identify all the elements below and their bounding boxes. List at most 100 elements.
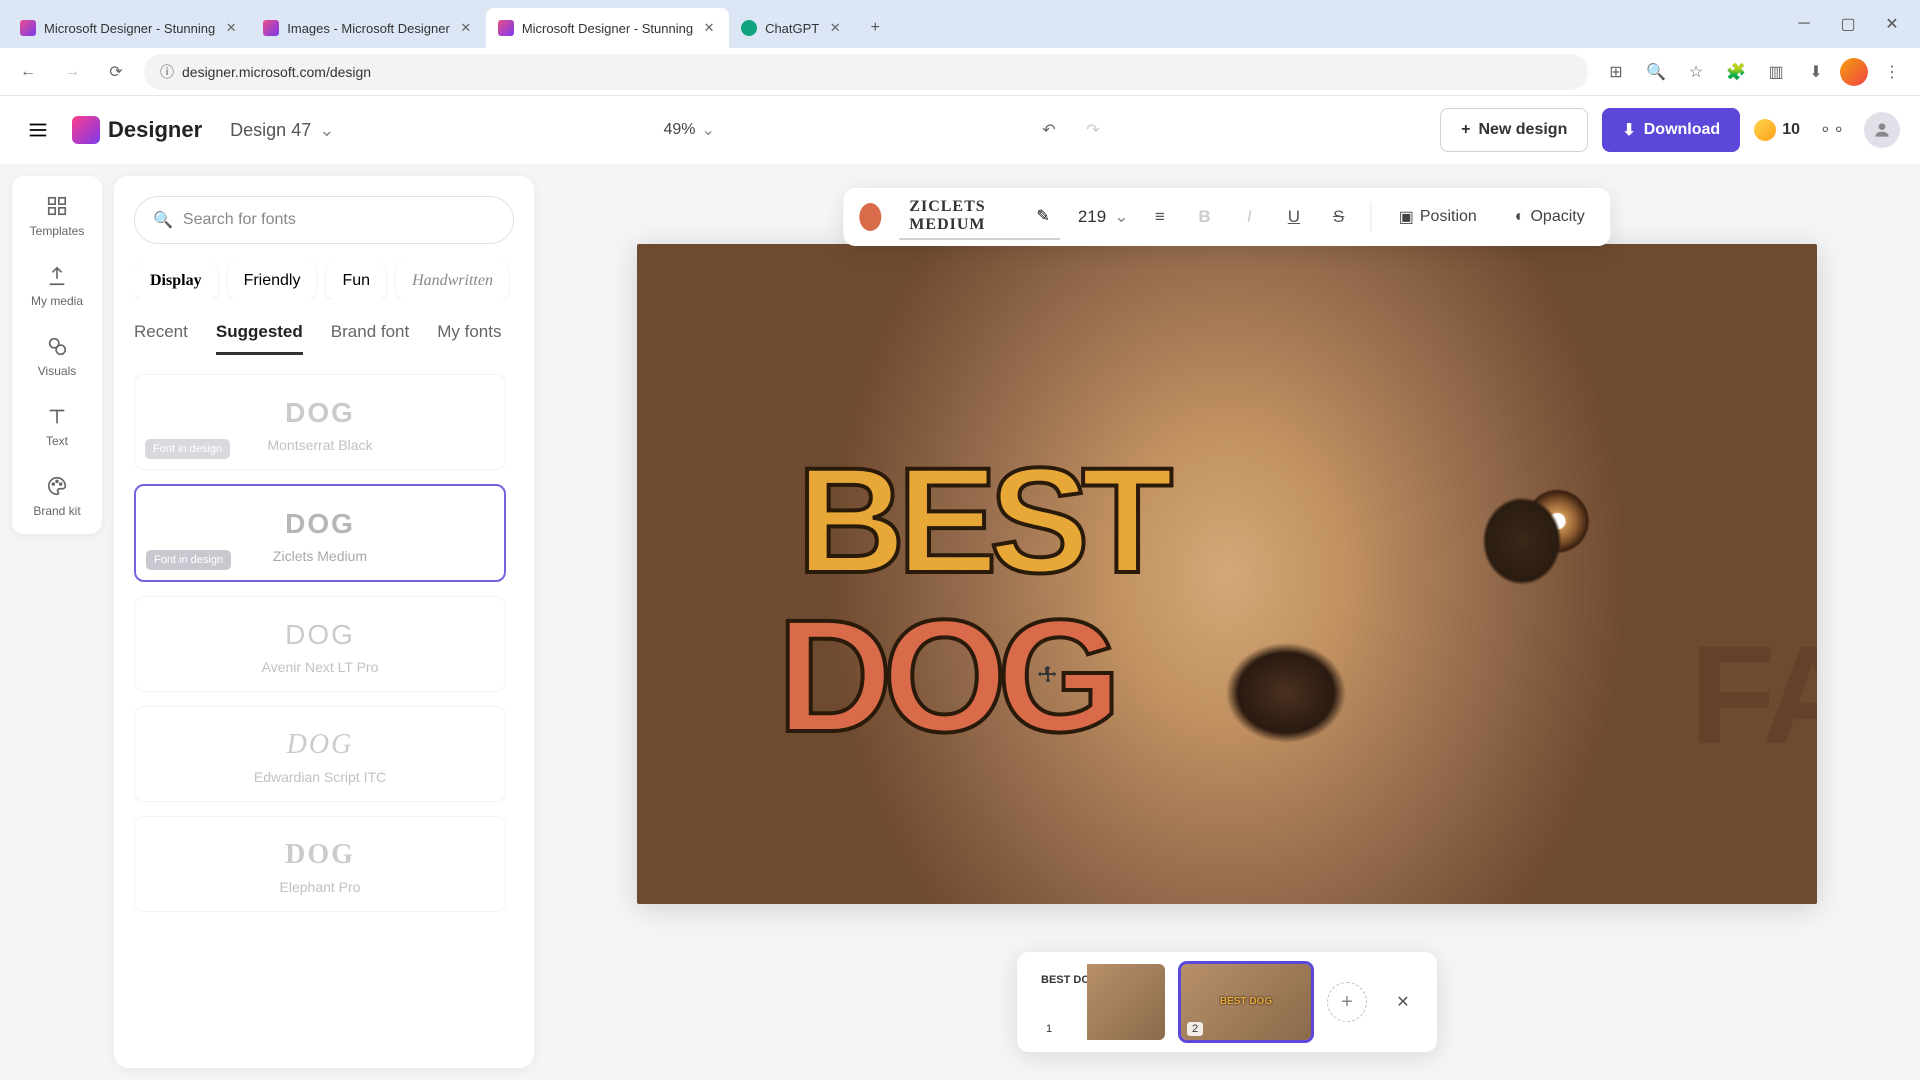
rail-templates[interactable]: Templates	[22, 192, 92, 238]
divider	[1370, 202, 1371, 232]
canvas-area: Ziclets Medium ✎ 219 ⌄ ≡ B I U S ▣ Posit…	[534, 164, 1920, 1080]
category-chip[interactable]: Display	[134, 262, 218, 300]
close-icon[interactable]: ✕	[458, 20, 474, 36]
download-icon: ⬇	[1622, 120, 1635, 140]
app-header: Designer Design 47 ⌄ 49% ⌄ ↶ ↷ + New des…	[0, 96, 1920, 164]
category-chip[interactable]: Friendly	[228, 262, 317, 300]
profile-avatar[interactable]	[1840, 58, 1868, 86]
font-sample: DOG	[151, 397, 489, 429]
font-in-design-badge: Font in design	[145, 439, 230, 459]
credits-display[interactable]: 10	[1754, 119, 1800, 141]
opacity-button[interactable]: ◐ Opacity	[1505, 202, 1595, 232]
extensions-icon[interactable]: 🧩	[1720, 56, 1752, 88]
search-placeholder: Search for fonts	[183, 211, 296, 229]
downloads-icon[interactable]: ⬇	[1800, 56, 1832, 88]
page-thumbnail[interactable]: BEST DOGS FAILS 1	[1035, 964, 1165, 1040]
tab-my-fonts[interactable]: My fonts	[437, 322, 501, 355]
font-in-design-badge: Font in design	[146, 550, 231, 570]
zoom-value: 49%	[663, 121, 695, 139]
forward-icon[interactable]: →	[56, 56, 88, 88]
header-actions: + New design ⬇ Download 10 ⚬⚬	[1440, 108, 1900, 152]
color-swatch[interactable]	[859, 203, 881, 231]
bookmark-icon[interactable]: ☆	[1680, 56, 1712, 88]
add-page-button[interactable]: +	[1327, 982, 1367, 1022]
download-button[interactable]: ⬇ Download	[1602, 108, 1740, 152]
font-name: Edwardian Script ITC	[151, 769, 489, 785]
browser-tab[interactable]: Images - Microsoft Designer ✕	[251, 8, 486, 48]
category-chip[interactable]: Fun	[326, 262, 386, 300]
font-size-control[interactable]: 219 ⌄	[1078, 207, 1129, 227]
position-button[interactable]: ▣ Position	[1389, 201, 1487, 233]
font-sample: DOG	[151, 619, 489, 651]
site-info-icon[interactable]: ⓘ	[160, 62, 174, 82]
canvas-text-fails[interactable]: FA	[1690, 614, 1817, 776]
canvas-text-best[interactable]: BEST	[797, 434, 1165, 607]
design-name-label: Design 47	[230, 120, 311, 141]
hamburger-icon[interactable]	[20, 112, 56, 148]
app-logo[interactable]: Designer	[72, 116, 202, 144]
font-card-selected[interactable]: DOG Ziclets Medium Font in design	[134, 484, 506, 582]
italic-icon[interactable]: I	[1236, 200, 1263, 234]
design-canvas[interactable]: BEST DOG FA	[637, 244, 1817, 904]
credits-value: 10	[1782, 121, 1800, 139]
back-icon[interactable]: ←	[12, 56, 44, 88]
font-selector[interactable]: Ziclets Medium ✎	[899, 194, 1060, 240]
font-card[interactable]: DOG Montserrat Black Font in design	[134, 374, 506, 470]
menu-icon[interactable]: ⋮	[1876, 56, 1908, 88]
font-name: Elephant Pro	[151, 879, 489, 895]
align-icon[interactable]: ≡	[1146, 200, 1173, 234]
font-size-value: 219	[1078, 207, 1106, 227]
rail-label: Text	[46, 434, 68, 448]
canvas-text-dog[interactable]: DOG	[777, 584, 1111, 768]
browser-tab[interactable]: ChatGPT ✕	[729, 8, 855, 48]
close-icon[interactable]: ✕	[701, 20, 717, 36]
search-input[interactable]: 🔍 Search for fonts	[134, 196, 514, 244]
zoom-icon[interactable]: 🔍	[1640, 56, 1672, 88]
font-name: Avenir Next LT Pro	[151, 659, 489, 675]
rail-label: Brand kit	[33, 504, 80, 518]
text-context-toolbar: Ziclets Medium ✎ 219 ⌄ ≡ B I U S ▣ Posit…	[843, 188, 1610, 246]
page-thumbnail-active[interactable]: BEST DOG 2	[1181, 964, 1311, 1040]
minimize-icon[interactable]: ─	[1784, 8, 1824, 40]
category-chip[interactable]: Handwritten	[396, 262, 509, 300]
rail-text[interactable]: Text	[22, 402, 92, 448]
font-card[interactable]: DOG Elephant Pro	[134, 816, 506, 912]
maximize-icon[interactable]: ▢	[1828, 8, 1868, 40]
design-name-dropdown[interactable]: Design 47 ⌄	[230, 120, 334, 141]
reading-list-icon[interactable]: ▥	[1760, 56, 1792, 88]
user-avatar[interactable]	[1864, 112, 1900, 148]
zoom-control[interactable]: 49% ⌄	[663, 120, 714, 140]
page-number: 2	[1187, 1022, 1203, 1036]
tab-brand-font[interactable]: Brand font	[331, 322, 409, 355]
browser-tab-active[interactable]: Microsoft Designer - Stunning ✕	[486, 8, 729, 48]
tab-suggested[interactable]: Suggested	[216, 322, 303, 355]
new-tab-button[interactable]: +	[859, 12, 891, 44]
chevron-down-icon: ⌄	[702, 120, 715, 140]
underline-icon[interactable]: U	[1281, 200, 1308, 234]
new-design-label: New design	[1478, 121, 1567, 139]
rail-my-media[interactable]: My media	[22, 262, 92, 308]
close-icon[interactable]: ✕	[223, 20, 239, 36]
tab-recent[interactable]: Recent	[134, 322, 188, 355]
font-list[interactable]: DOG Montserrat Black Font in design DOG …	[134, 374, 514, 1014]
close-icon[interactable]: ✕	[1387, 986, 1419, 1018]
bold-icon[interactable]: B	[1191, 200, 1218, 234]
browser-tab[interactable]: Microsoft Designer - Stunning ✕	[8, 8, 251, 48]
install-icon[interactable]: ⊞	[1600, 56, 1632, 88]
move-cursor-icon	[1037, 664, 1059, 686]
reload-icon[interactable]: ⟳	[100, 56, 132, 88]
rail-brand-kit[interactable]: Brand kit	[22, 472, 92, 518]
close-icon[interactable]: ✕	[827, 20, 843, 36]
page-number: 1	[1041, 1022, 1057, 1036]
url-input[interactable]: ⓘ designer.microsoft.com/design	[144, 54, 1588, 90]
share-icon[interactable]: ⚬⚬	[1814, 112, 1850, 148]
close-window-icon[interactable]: ✕	[1872, 8, 1912, 40]
new-design-button[interactable]: + New design	[1440, 108, 1588, 152]
chevron-down-icon: ⌄	[319, 120, 334, 141]
font-card[interactable]: DOG Edwardian Script ITC	[134, 706, 506, 802]
undo-icon[interactable]: ↶	[1031, 112, 1067, 148]
font-card[interactable]: DOG Avenir Next LT Pro	[134, 596, 506, 692]
strikethrough-icon[interactable]: S	[1325, 200, 1352, 234]
redo-icon[interactable]: ↷	[1075, 112, 1111, 148]
rail-visuals[interactable]: Visuals	[22, 332, 92, 378]
